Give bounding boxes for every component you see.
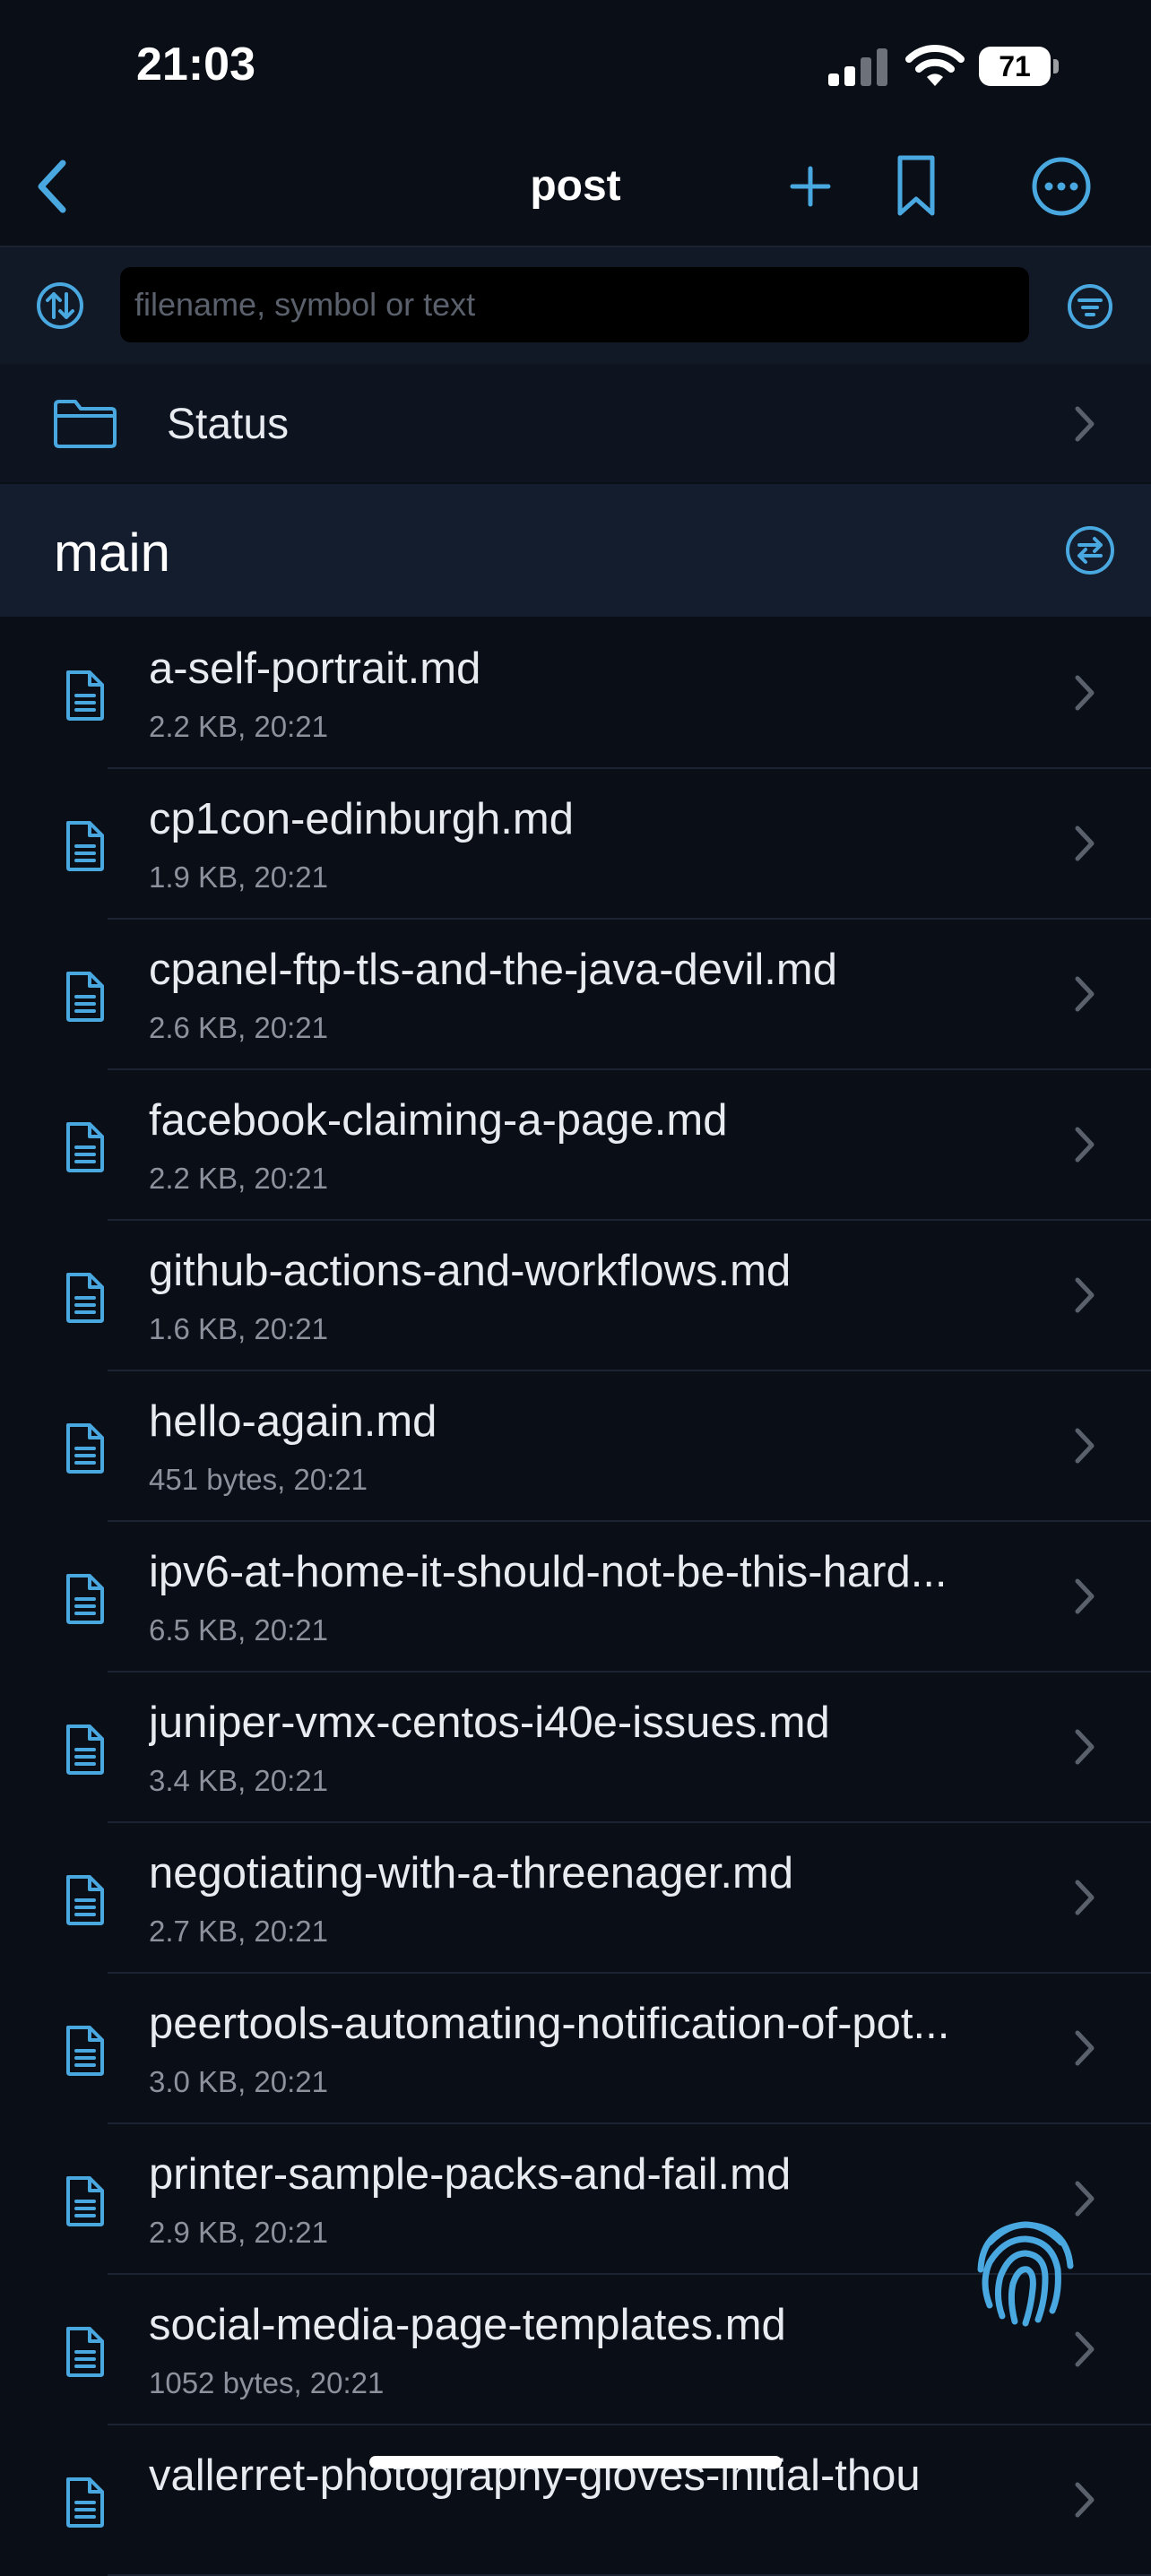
file-list-item[interactable]: ipv6-at-home-it-should-not-be-this-hard.… — [0, 1522, 1151, 1673]
file-name: juniper-vmx-centos-i40e-issues.md — [149, 1699, 830, 1747]
file-name: printer-sample-packs-and-fail.md — [149, 2150, 792, 2199]
cellular-signal-icon — [828, 48, 887, 86]
battery-icon: 71 — [979, 47, 1060, 86]
file-meta: 451 bytes, 20:21 — [149, 1463, 368, 1496]
document-icon — [66, 1875, 104, 1925]
clock: 21:03 — [136, 39, 255, 91]
fingerprint-icon[interactable] — [963, 2207, 1088, 2332]
file-name: a-self-portrait.md — [149, 644, 481, 693]
document-icon — [66, 670, 104, 721]
file-meta: 3.4 KB, 20:21 — [149, 1764, 328, 1797]
file-name: cpanel-ftp-tls-and-the-java-devil.md — [149, 946, 837, 994]
status-bar: 21:03 71 — [0, 0, 1151, 134]
chevron-right-icon — [1075, 1729, 1095, 1765]
file-meta: 2.7 KB, 20:21 — [149, 1915, 328, 1948]
file-name: negotiating-with-a-threenager.md — [149, 1849, 794, 1897]
chevron-right-icon — [1075, 1127, 1095, 1163]
chevron-right-icon — [1075, 2030, 1095, 2066]
branch-switch-icon[interactable] — [1065, 525, 1115, 575]
document-icon — [66, 2477, 104, 2528]
chevron-right-icon — [1075, 675, 1095, 711]
file-meta: 2.6 KB, 20:21 — [149, 1011, 328, 1044]
document-icon — [66, 1574, 104, 1624]
file-list-item[interactable]: negotiating-with-a-threenager.md 2.7 KB,… — [0, 1823, 1151, 1974]
document-icon — [66, 1423, 104, 1474]
document-icon — [66, 1273, 104, 1323]
file-meta: 3.0 KB, 20:21 — [149, 2065, 328, 2098]
file-name: cp1con-edinburgh.md — [149, 795, 574, 843]
home-indicator — [369, 2456, 782, 2468]
document-icon — [66, 1725, 104, 1775]
chevron-right-icon — [1075, 1880, 1095, 1915]
file-meta: 2.2 KB, 20:21 — [149, 1162, 328, 1195]
file-name: ipv6-at-home-it-should-not-be-this-hard.… — [149, 1548, 948, 1596]
file-name: github-actions-and-workflows.md — [149, 1247, 792, 1295]
file-list-item[interactable]: a-self-portrait.md 2.2 KB, 20:21 — [0, 618, 1151, 769]
file-meta: 1.9 KB, 20:21 — [149, 860, 328, 894]
page-title: post — [530, 162, 621, 210]
branch-header: main — [0, 484, 1151, 617]
bookmark-icon[interactable] — [895, 154, 938, 219]
chevron-right-icon — [1075, 1428, 1095, 1464]
status-label: Status — [167, 401, 290, 448]
chevron-right-icon — [1075, 1578, 1095, 1614]
file-meta: 1052 bytes, 20:21 — [149, 2366, 385, 2399]
sort-arrows-icon[interactable] — [36, 281, 84, 330]
chevron-right-icon — [1075, 2482, 1095, 2518]
file-name: peertools-automating-notification-of-pot… — [149, 2000, 950, 2048]
more-options-icon[interactable] — [1031, 156, 1092, 217]
file-name: social-media-page-templates.md — [149, 2301, 786, 2349]
chevron-right-icon — [1075, 826, 1095, 861]
document-icon — [66, 1122, 104, 1172]
file-list-item[interactable]: facebook-claiming-a-page.md 2.2 KB, 20:2… — [0, 1070, 1151, 1221]
document-icon — [66, 972, 104, 1022]
file-list-item[interactable]: juniper-vmx-centos-i40e-issues.md 3.4 KB… — [0, 1673, 1151, 1823]
file-name: facebook-claiming-a-page.md — [149, 1096, 728, 1145]
chevron-right-icon — [1075, 2331, 1095, 2367]
file-meta: 1.6 KB, 20:21 — [149, 1312, 328, 1345]
document-icon — [66, 2026, 104, 2076]
document-icon — [66, 2327, 104, 2377]
file-list-item[interactable]: hello-again.md 451 bytes, 20:21 — [0, 1371, 1151, 1522]
file-meta: 2.2 KB, 20:21 — [149, 710, 328, 743]
search-input[interactable] — [120, 267, 1029, 342]
wifi-icon — [905, 45, 965, 86]
chevron-right-icon — [1075, 406, 1095, 442]
plus-icon[interactable] — [789, 165, 832, 208]
file-name: hello-again.md — [149, 1397, 437, 1446]
file-list-item[interactable]: github-actions-and-workflows.md 1.6 KB, … — [0, 1221, 1151, 1371]
document-icon — [66, 2176, 104, 2226]
file-meta: 6.5 KB, 20:21 — [149, 1613, 328, 1647]
file-list-item[interactable]: vallerret-photography-gloves-initial-tho… — [0, 2425, 1151, 2576]
file-list-item[interactable]: cpanel-ftp-tls-and-the-java-devil.md 2.6… — [0, 920, 1151, 1070]
navigation-bar: post — [0, 134, 1151, 247]
document-icon — [66, 821, 104, 871]
file-meta: 2.9 KB, 20:21 — [149, 2216, 328, 2249]
branch-name: main — [54, 523, 171, 583]
chevron-right-icon — [1075, 976, 1095, 1012]
file-list-item[interactable]: cp1con-edinburgh.md 1.9 KB, 20:21 — [0, 769, 1151, 920]
status-row[interactable]: Status — [0, 364, 1151, 482]
search-bar — [0, 247, 1151, 364]
file-list-item[interactable]: peertools-automating-notification-of-pot… — [0, 1974, 1151, 2124]
chevron-right-icon — [1075, 1277, 1095, 1313]
battery-level: 71 — [979, 47, 1051, 86]
filter-icon[interactable] — [1067, 283, 1113, 330]
folder-icon — [54, 400, 117, 448]
